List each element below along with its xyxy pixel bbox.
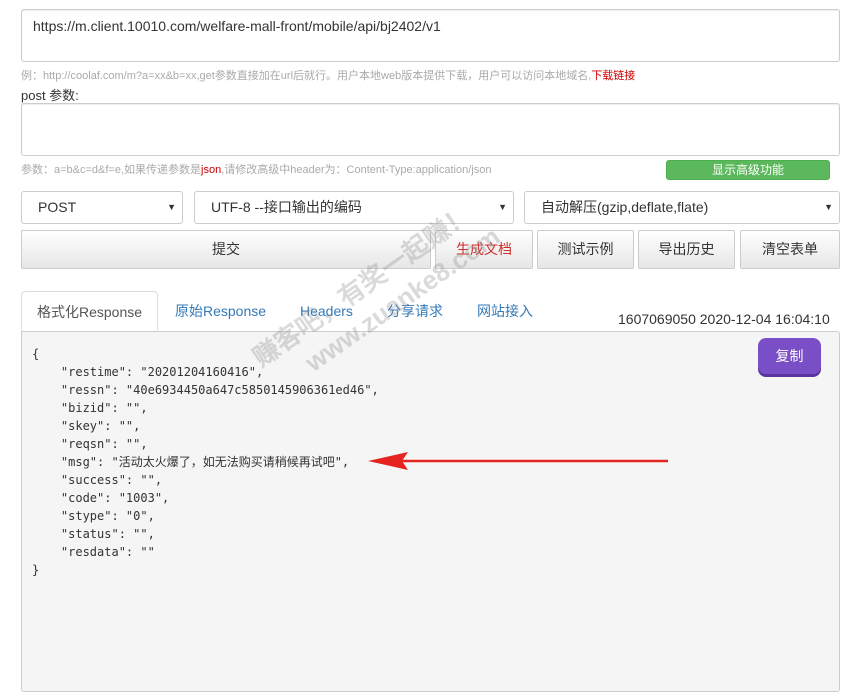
response-timestamp: 1607069050 2020-12-04 16:04:10 xyxy=(618,311,830,327)
url-hint: 例：http://coolaf.com/m?a=xx&b=xx,get参数直接加… xyxy=(21,67,635,83)
tab-formatted-response[interactable]: 格式化Response xyxy=(21,291,158,331)
method-select-value: POST xyxy=(38,199,77,215)
generate-doc-button[interactable]: 生成文档 xyxy=(435,230,533,269)
post-params-input[interactable] xyxy=(21,103,840,156)
post-hint: 参数：a=b&c=d&f=e,如果传递参数是json,请修改高级中header为… xyxy=(21,161,491,177)
export-history-button[interactable]: 导出历史 xyxy=(638,230,735,269)
url-input[interactable]: https://m.client.10010.com/welfare-mall-… xyxy=(21,9,840,62)
code-line: "restime": "20201204160416", xyxy=(32,365,264,379)
show-advanced-button[interactable]: 显示高级功能 xyxy=(666,160,830,180)
tab-raw-response[interactable]: 原始Response xyxy=(160,291,281,331)
code-line: "bizid": "", xyxy=(32,401,148,415)
code-line: { xyxy=(32,347,40,361)
post-hint-suffix: ,请修改高级中header为：Content-Type:application/… xyxy=(221,164,492,176)
chevron-down-icon: ▼ xyxy=(498,202,507,212)
method-select[interactable]: POST ▼ xyxy=(21,191,183,224)
chevron-down-icon: ▼ xyxy=(824,202,833,212)
clear-form-button[interactable]: 清空表单 xyxy=(740,230,840,269)
encoding-select-value: UTF-8 --接口输出的编码 xyxy=(211,199,362,215)
code-line: "msg": "活动太火爆了，如无法购买请稍候再试吧", xyxy=(32,455,350,469)
code-line: "ressn": "40e6934450a647c5850145906361ed… xyxy=(32,383,379,397)
copy-button[interactable]: 复制 xyxy=(758,338,821,374)
tab-site-access[interactable]: 网站接入 xyxy=(462,291,548,331)
tab-share-request[interactable]: 分享请求 xyxy=(372,291,458,331)
post-hint-json: json xyxy=(201,164,222,176)
test-example-button[interactable]: 测试示例 xyxy=(537,230,634,269)
chevron-down-icon: ▼ xyxy=(167,202,176,212)
code-line: "reqsn": "", xyxy=(32,437,148,451)
code-line: "skey": "", xyxy=(32,419,141,433)
code-line: "code": "1003", xyxy=(32,491,170,505)
encoding-select[interactable]: UTF-8 --接口输出的编码 ▼ xyxy=(194,191,514,224)
download-link[interactable]: 下载链接 xyxy=(591,70,635,82)
code-line: "status": "", xyxy=(32,527,155,541)
post-params-label: post 参数: xyxy=(21,88,79,103)
code-line: "stype": "0", xyxy=(32,509,155,523)
submit-button[interactable]: 提交 xyxy=(21,230,431,269)
code-line: "success": "", xyxy=(32,473,163,487)
decompress-select[interactable]: 自动解压(gzip,deflate,flate) ▼ xyxy=(524,191,840,224)
decompress-select-value: 自动解压(gzip,deflate,flate) xyxy=(541,199,709,215)
tab-headers[interactable]: Headers xyxy=(285,291,368,331)
url-hint-text: 例：http://coolaf.com/m?a=xx&b=xx,get参数直接加… xyxy=(21,70,592,82)
code-line: } xyxy=(32,563,40,577)
post-hint-prefix: 参数：a=b&c=d&f=e,如果传递参数是 xyxy=(21,164,202,176)
arrow-left-icon xyxy=(368,452,668,470)
response-json[interactable]: { "restime": "20201204160416", "ressn": … xyxy=(32,345,379,579)
code-line: "resdata": "" xyxy=(32,545,155,559)
response-panel: { "restime": "20201204160416", "ressn": … xyxy=(21,331,840,692)
